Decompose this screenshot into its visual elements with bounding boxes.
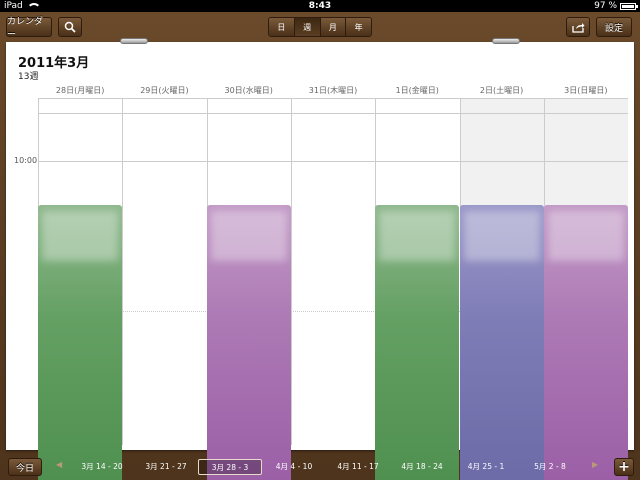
next-week-icon[interactable]: ▶ (592, 460, 598, 469)
today-button[interactable]: 今日 (8, 458, 42, 476)
week-item-current[interactable]: 3月 28 - 3 (198, 459, 262, 475)
calendar-page: 2011年3月 13週 28日(月曜日) 29日(火曜日) 30日(水曜日) 3… (6, 38, 634, 480)
settings-button[interactable]: 設定 (596, 17, 632, 37)
view-segmented-control: 日 週 月 年 (268, 17, 372, 37)
week-item[interactable]: 3月 14 - 20 (70, 459, 134, 475)
add-event-button[interactable]: + (614, 458, 634, 476)
day-header: 1日(金曜日) (395, 86, 439, 95)
week-item[interactable]: 4月 11 - 17 (326, 459, 390, 475)
event-block[interactable] (459, 205, 544, 480)
all-day-divider (38, 113, 628, 114)
day-header: 3日(日曜日) (564, 86, 608, 95)
bottom-toolbar: 今日 ◀ 3月 14 - 20 3月 21 - 27 3月 28 - 3 4月 … (0, 455, 640, 480)
event-block[interactable] (375, 205, 460, 480)
week-number: 13週 (18, 72, 39, 82)
battery-percent: 97 % (594, 1, 617, 11)
week-grid (38, 98, 629, 480)
event-block[interactable] (543, 205, 628, 480)
battery-icon (620, 2, 638, 10)
time-label: 10:00 (14, 156, 38, 165)
hour-line (38, 161, 628, 162)
day-header: 2日(土曜日) (479, 86, 524, 95)
search-button[interactable] (58, 17, 82, 37)
binder-ring (120, 38, 148, 44)
day-header: 30日(水曜日) (224, 86, 273, 95)
event-block[interactable] (38, 205, 122, 480)
week-item[interactable]: 3月 21 - 27 (134, 459, 198, 475)
tab-year[interactable]: 年 (346, 18, 371, 36)
day-column[interactable] (122, 99, 206, 445)
status-time: 8:43 (308, 1, 332, 11)
day-header: 28日(月曜日) (55, 86, 105, 95)
tab-day[interactable]: 日 (269, 18, 295, 36)
day-headers: 28日(月曜日) 29日(火曜日) 30日(水曜日) 31日(木曜日) 1日(金… (38, 84, 628, 98)
top-toolbar: カレンダー 日 週 月 年 設定 (0, 12, 640, 42)
binder-ring (492, 38, 520, 44)
day-header: 29日(火曜日) (140, 86, 189, 95)
week-item[interactable]: 4月 18 - 24 (390, 459, 454, 475)
tab-month[interactable]: 月 (320, 18, 347, 36)
event-block[interactable] (206, 205, 291, 480)
share-icon (571, 22, 584, 33)
calendars-button[interactable]: カレンダー (6, 17, 52, 40)
status-bar: iPad 8:43 97 % (0, 0, 640, 12)
day-column[interactable] (290, 99, 375, 445)
week-item[interactable]: 4月 4 - 10 (262, 459, 326, 475)
prev-week-icon[interactable]: ◀ (56, 460, 62, 469)
share-button[interactable] (566, 17, 590, 37)
week-item[interactable]: 4月 25 - 1 (454, 459, 518, 475)
day-header: 31日(木曜日) (308, 86, 358, 95)
week-item[interactable]: 5月 2 - 8 (518, 459, 582, 475)
search-icon (64, 21, 76, 33)
tab-week[interactable]: 週 (294, 18, 321, 36)
week-scrubber: 3月 14 - 20 3月 21 - 27 3月 28 - 3 4月 4 - 1… (70, 459, 582, 475)
